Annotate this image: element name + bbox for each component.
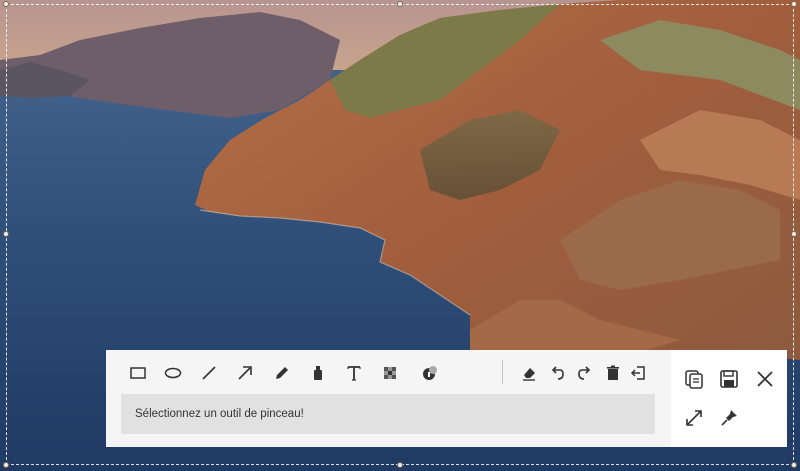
marker-tool[interactable] [307,362,329,384]
pencil-tool[interactable] [271,362,293,384]
mosaic-tool[interactable] [379,362,401,384]
annotation-toolbar: Sélectionnez un outil de pinceau! [106,350,671,447]
delete-button[interactable] [602,362,624,384]
resize-handle[interactable] [3,231,9,237]
step-number-icon [423,366,437,380]
resize-handle[interactable] [791,231,797,237]
mosaic-icon [384,367,396,379]
hint-text: Sélectionnez un outil de pinceau! [135,408,304,420]
save-button[interactable] [716,366,742,392]
undo-button[interactable] [546,362,568,384]
save-icon [720,370,738,388]
fullscreen-button[interactable] [681,405,707,431]
exit-icon [630,366,645,380]
eraser-tool[interactable] [518,362,540,384]
undo-icon [551,366,564,380]
trash-icon [607,365,619,380]
ellipse-tool[interactable] [162,362,184,384]
toolbar-divider [502,360,503,384]
pin-button[interactable] [716,405,742,431]
redo-button[interactable] [574,362,596,384]
marker-icon [314,366,322,380]
line-icon [202,366,216,380]
eraser-icon [523,368,535,381]
ellipse-icon [164,367,182,379]
resize-handle[interactable] [397,1,403,7]
hint-message-box: Sélectionnez un outil de pinceau! [121,394,655,434]
action-panel [671,350,787,447]
step-number-tool[interactable] [419,362,441,384]
redo-icon [578,366,591,380]
text-tool[interactable] [343,362,365,384]
arrow-icon [238,366,252,380]
arrow-tool[interactable] [234,362,256,384]
line-tool[interactable] [198,362,220,384]
fullscreen-icon [686,410,702,426]
resize-handle[interactable] [3,462,9,468]
close-icon [757,371,773,387]
rectangle-tool[interactable] [127,362,149,384]
copy-button[interactable] [681,366,707,392]
close-button[interactable] [752,366,778,392]
pencil-icon [276,367,288,379]
text-icon [347,366,361,381]
rectangle-icon [130,367,146,379]
exit-button[interactable] [627,362,649,384]
resize-handle[interactable] [3,1,9,7]
resize-handle[interactable] [397,462,403,468]
resize-handle[interactable] [791,1,797,7]
resize-handle[interactable] [791,462,797,468]
pin-icon [721,410,737,426]
copy-icon [685,370,703,389]
